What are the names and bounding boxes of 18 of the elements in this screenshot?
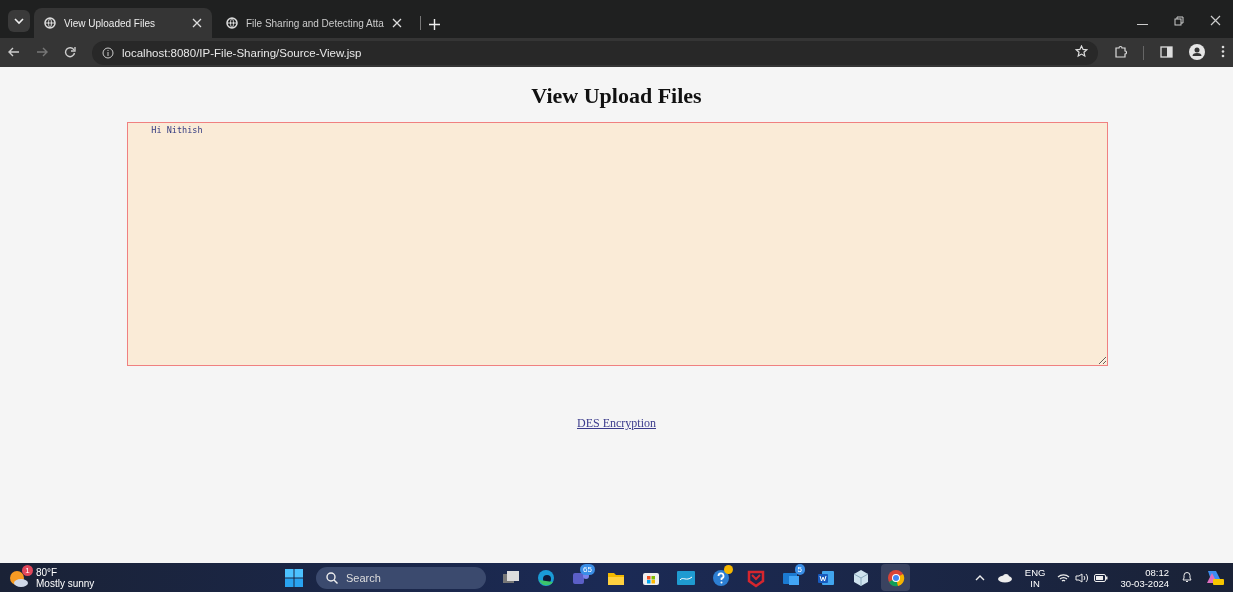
- weather-condition: Mostly sunny: [36, 577, 95, 589]
- browser-tab[interactable]: View Uploaded Files: [34, 8, 212, 38]
- des-encryption-link[interactable]: DES Encryption: [577, 416, 656, 431]
- text-area[interactable]: Hi Nithish: [127, 122, 1108, 366]
- notification-badge: 65: [580, 564, 595, 575]
- address-bar[interactable]: localhost:8080/IP-File-Sharing/Source-View.jsp: [92, 40, 1098, 65]
- url-text: localhost:8080/IP-File-Sharing/Source-View.jsp: [122, 46, 362, 59]
- temperature-text: 80°F: [36, 566, 59, 578]
- tab-title: File Sharing and Detecting Atta: [246, 17, 384, 29]
- language-indicator[interactable]: ENG IN: [1024, 566, 1046, 589]
- notification-badge: 1: [22, 564, 33, 576]
- tab-title: View Uploaded Files: [64, 17, 156, 29]
- clock[interactable]: 08:12 30-03-2024: [1120, 566, 1169, 589]
- search-field[interactable]: Search: [316, 566, 486, 589]
- browser-tab[interactable]: File Sharing and Detecting Atta: [216, 8, 412, 38]
- notification-badge: 5: [794, 564, 805, 575]
- weather-widget[interactable]: 80°F Mostly sunny 1: [8, 566, 95, 589]
- page-heading: View Upload Files: [531, 83, 702, 109]
